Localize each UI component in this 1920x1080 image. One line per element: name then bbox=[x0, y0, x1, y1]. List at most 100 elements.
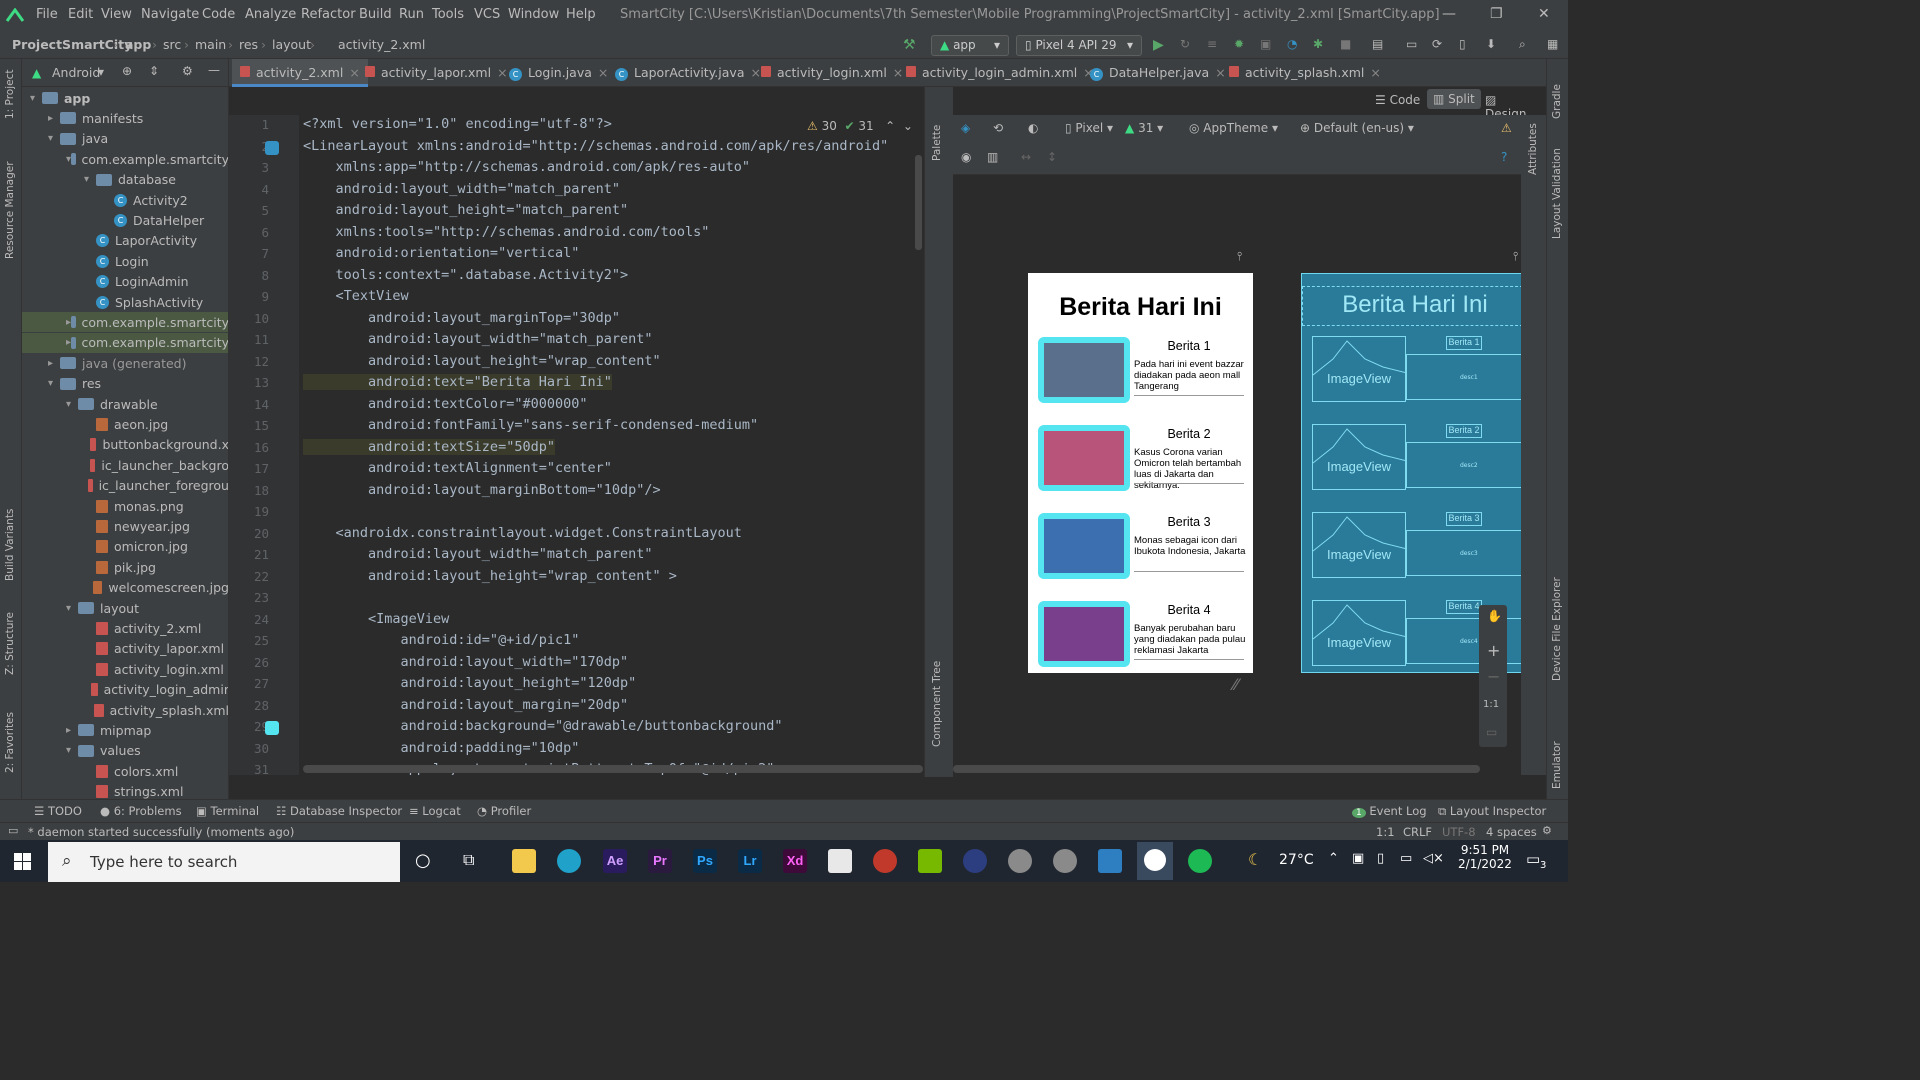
chevron-down-icon[interactable]: ▾ bbox=[66, 745, 78, 756]
api-level-select[interactable]: ▲ 31 ▾ bbox=[1125, 121, 1163, 135]
chevron-down-icon[interactable]: ▾ bbox=[66, 399, 78, 410]
weather-icon[interactable]: ☾ bbox=[1248, 850, 1262, 869]
database-inspector-tab[interactable]: ☷ Database Inspector bbox=[276, 804, 402, 818]
minimize-icon[interactable]: — bbox=[1442, 6, 1456, 22]
tree-item[interactable]: activity_2.xml bbox=[22, 618, 228, 638]
tree-item[interactable]: pik.jpg bbox=[22, 557, 228, 577]
menu-vcs[interactable]: VCS bbox=[474, 7, 500, 22]
restore-icon[interactable]: ❐ bbox=[1490, 6, 1503, 22]
tree-item[interactable]: ▸ mipmap bbox=[22, 720, 228, 740]
layers-icon[interactable]: ◈ bbox=[961, 121, 970, 135]
tab-login-java[interactable]: C Login.java × bbox=[501, 59, 616, 87]
app-icon[interactable] bbox=[1053, 849, 1077, 873]
resource-manager-tab[interactable]: Resource Manager bbox=[4, 161, 16, 259]
layout-inspector-tab[interactable]: ⧉ Layout Inspector bbox=[1438, 804, 1546, 819]
tree-item[interactable]: welcomescreen.jpg bbox=[22, 578, 228, 598]
news-item[interactable]: Berita 1 Pada hari ini event bazzar diada… bbox=[1038, 337, 1248, 407]
tab-activity-login-admin-xml[interactable]: activity_login_admin.xml × bbox=[898, 59, 1102, 87]
news-item[interactable]: Berita 4 Banyak perubahan baru yang diada… bbox=[1038, 601, 1248, 671]
pan-icon[interactable]: ✋ bbox=[1487, 609, 1502, 623]
breadcrumb-app[interactable]: app bbox=[125, 37, 151, 52]
edge-icon[interactable] bbox=[557, 849, 581, 873]
menu-view[interactable]: View bbox=[101, 7, 132, 22]
breadcrumb-layout[interactable]: layout bbox=[272, 37, 311, 52]
menu-build[interactable]: Build bbox=[359, 7, 392, 22]
task-view-icon[interactable]: ⧉ bbox=[463, 850, 474, 870]
terminal-tab[interactable]: ▣ Terminal bbox=[196, 804, 259, 818]
component-tree-tab[interactable]: Component Tree bbox=[931, 661, 943, 747]
palette-tab[interactable]: Palette bbox=[931, 125, 943, 161]
favorites-tab[interactable]: 2: Favorites bbox=[4, 712, 16, 773]
news-item[interactable]: Berita 3 Monas sebagai icon dari Ibukota … bbox=[1038, 513, 1248, 583]
lightroom-icon[interactable]: Lr bbox=[738, 849, 762, 873]
menu-navigate[interactable]: Navigate bbox=[141, 7, 199, 22]
logcat-tab[interactable]: ≡ Logcat bbox=[409, 804, 461, 818]
hammer-icon[interactable]: ⚒ bbox=[903, 37, 919, 53]
breadcrumb-src[interactable]: src bbox=[163, 37, 181, 52]
app-icon[interactable] bbox=[1008, 849, 1032, 873]
sync-gradle-icon[interactable]: ⟳ bbox=[1432, 37, 1448, 53]
code-mode-button[interactable]: ☰ Code bbox=[1375, 93, 1420, 107]
gradle-tab[interactable]: Gradle bbox=[1551, 84, 1563, 119]
tree-item[interactable]: ▸ java (generated) bbox=[22, 353, 228, 373]
zoom-fit-icon[interactable]: ▭ bbox=[1486, 725, 1497, 739]
tree-item[interactable]: ▸ com.example.smartcity bbox=[22, 332, 228, 353]
tab-activity-splash-xml[interactable]: activity_splash.xml × bbox=[1221, 59, 1389, 87]
apply-changes-icon[interactable]: ↻ bbox=[1180, 37, 1196, 53]
store-icon[interactable] bbox=[828, 849, 852, 873]
taskbar-search[interactable]: ⌕ Type here to search bbox=[48, 842, 400, 882]
device-preview-select[interactable]: ▯ Pixel ▾ bbox=[1065, 121, 1113, 135]
project-tool-tab[interactable]: 1: Project bbox=[4, 70, 16, 119]
gear-icon[interactable]: ⚙ bbox=[182, 64, 193, 78]
device-file-explorer-tab[interactable]: Device File Explorer bbox=[1551, 577, 1563, 681]
tree-item[interactable]: ic_launcher_foregrou bbox=[22, 476, 228, 496]
line-separator[interactable]: CRLF bbox=[1403, 825, 1432, 839]
chevron-right-icon[interactable]: ▸ bbox=[48, 113, 60, 124]
tree-item[interactable]: ic_launcher_backgro bbox=[22, 455, 228, 475]
tree-item[interactable]: C Activity2 bbox=[22, 190, 228, 210]
tree-item[interactable]: colors.xml bbox=[22, 761, 228, 781]
tree-item[interactable]: C Login bbox=[22, 251, 228, 271]
menu-help[interactable]: Help bbox=[566, 7, 596, 22]
tree-item[interactable]: C SplashActivity bbox=[22, 292, 228, 312]
split-mode-button[interactable]: ▥ Split bbox=[1427, 89, 1481, 109]
editor-horizontal-scrollbar[interactable] bbox=[303, 765, 923, 773]
warning-icon[interactable]: ⚠ bbox=[1501, 121, 1512, 135]
tree-item[interactable]: buttonbackground.x bbox=[22, 435, 228, 455]
design-canvas[interactable]: ⫯ ⫯ Berita Hari Ini Berita 1 Pada hari in… bbox=[953, 175, 1528, 777]
zoom-out-icon[interactable]: − bbox=[1487, 667, 1500, 686]
help-icon[interactable]: ? bbox=[1501, 150, 1507, 164]
next-highlight-icon[interactable]: ⌄ bbox=[903, 119, 913, 133]
sdk-manager-icon[interactable]: ⬇ bbox=[1486, 37, 1502, 53]
resize-handle-icon[interactable]: ⁄⁄ bbox=[1233, 675, 1238, 694]
file-encoding[interactable]: UTF-8 bbox=[1442, 825, 1476, 839]
tree-item[interactable]: ▾ values bbox=[22, 741, 228, 761]
tab-datahelper-java[interactable]: C DataHelper.java × bbox=[1082, 59, 1234, 87]
file-explorer-icon[interactable] bbox=[512, 849, 536, 873]
problems-tab[interactable]: ● 6: Problems bbox=[100, 804, 182, 818]
menu-file[interactable]: File bbox=[36, 7, 58, 22]
build-variants-tab[interactable]: Build Variants bbox=[4, 509, 16, 581]
tree-item[interactable]: ▾ java bbox=[22, 129, 228, 149]
inspection-widget[interactable]: ⚠ 30 ✔ 31 ⌃ ⌄ bbox=[807, 119, 913, 133]
run-icon[interactable]: ▶ bbox=[1153, 37, 1169, 53]
device-manager-icon[interactable]: ▯ bbox=[1459, 37, 1475, 53]
chevron-down-icon[interactable]: ▾ bbox=[48, 378, 60, 389]
tree-item[interactable]: ▾ res bbox=[22, 374, 228, 394]
zoom-in-icon[interactable]: + bbox=[1487, 641, 1500, 660]
temperature[interactable]: 27°C bbox=[1279, 852, 1314, 868]
chevron-down-icon[interactable]: ▾ bbox=[30, 93, 42, 104]
breadcrumb-res[interactable]: res bbox=[239, 37, 258, 52]
structure-tab[interactable]: Z: Structure bbox=[4, 612, 16, 675]
menu-edit[interactable]: Edit bbox=[68, 7, 93, 22]
caret-position[interactable]: 1:1 bbox=[1376, 825, 1395, 839]
run-config-select[interactable]: ▲ app ▾ bbox=[931, 35, 1009, 56]
tab-laporactivity-java[interactable]: C LaporActivity.java × bbox=[607, 59, 769, 87]
tree-item[interactable]: aeon.jpg bbox=[22, 414, 228, 434]
todo-tab[interactable]: ☰ TODO bbox=[34, 804, 82, 818]
chevron-down-icon[interactable]: ▾ bbox=[98, 65, 104, 79]
tree-item[interactable]: ▾ com.example.smartcity bbox=[22, 149, 228, 169]
tree-item[interactable]: activity_splash.xml bbox=[22, 700, 228, 720]
editor-scrollbar[interactable] bbox=[915, 155, 922, 250]
horizontal-resize-icon[interactable]: ↔ bbox=[1021, 150, 1031, 164]
